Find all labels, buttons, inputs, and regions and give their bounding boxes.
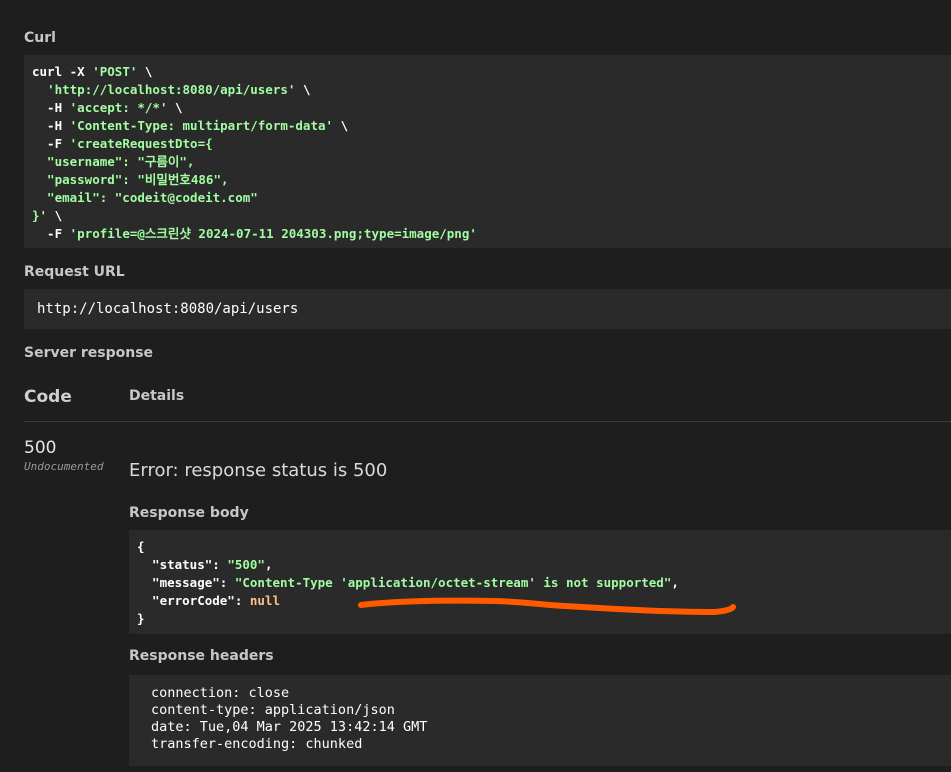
code-token: }' [32,208,48,223]
code-token: , [671,575,679,590]
curl-code-block[interactable]: curl -X 'POST' \ 'http://localhost:8080/… [24,55,951,248]
table-divider [24,421,951,422]
response-header-line: date: Tue,04 Mar 2025 13:42:14 GMT [151,719,428,735]
code-token: "500" [227,557,265,572]
curl-line: curl -X 'POST' \ [32,63,951,81]
response-header-line: transfer-encoding: chunked [151,736,363,752]
code-token: "username": "구름이", [32,154,195,169]
code-token: 'POST' [92,64,138,79]
error-message: Error: response status is 500 [129,460,388,481]
response-headers-title: Response headers [129,648,274,664]
code-token: -F [32,226,70,241]
response-headers-block[interactable]: connection: close content-type: applicati… [129,675,951,766]
code-token: \ [47,208,63,223]
request-url-title: Request URL [24,264,125,280]
code-token: "errorCode" [137,593,235,608]
code-token: , [264,557,273,572]
code-token: 'createRequestDto={ [69,136,213,151]
code-token: 'profile=@스크린샷 2024-07-11 204303.png;typ… [69,226,477,241]
curl-line: 'http://localhost:8080/api/users' \ [32,81,951,99]
curl-title: Curl [24,30,56,46]
code-token: : [212,557,228,572]
curl-line: -F 'createRequestDto={ [32,135,951,153]
response-header-line: connection: close [151,685,290,701]
code-token: -H [32,118,70,133]
response-body-line: { [137,538,951,556]
status-code: 500 [24,438,57,458]
curl-line: "username": "구름이", [32,153,951,171]
curl-line: -F 'profile=@스크린샷 2024-07-11 204303.png;… [32,225,951,243]
code-token: } [137,611,145,626]
code-token: "Content-Type 'application/octet-stream'… [234,575,672,590]
response-body-line: "status": "500", [137,556,951,574]
response-header-line: content-type: application/json [151,702,395,718]
code-token: { [137,539,145,554]
response-body-line: "message": "Content-Type 'application/oc… [137,574,951,592]
code-token: \ [167,100,183,115]
server-response-title: Server response [24,345,154,361]
code-token: curl -X [32,64,93,79]
undocumented-label: Undocumented [24,460,104,473]
code-token: null [249,593,281,608]
code-token: -F [32,136,70,151]
request-url-value[interactable]: http://localhost:8080/api/users [24,289,951,329]
code-token: 'Content-Type: multipart/form-data' [69,118,334,133]
code-token: "password": "비밀번호486", [32,172,229,187]
code-token: "status" [137,557,213,572]
curl-line: -H 'accept: */*' \ [32,99,951,117]
annotation-underline [358,597,736,616]
code-token: "message" [137,575,220,590]
code-token: 'accept: */*' [69,100,168,115]
details-column-header: Details [129,388,185,404]
code-token: 'http://localhost:8080/api/users' [47,82,296,97]
curl-line: "email": "codeit@codeit.com" [32,189,951,207]
code-token: \ [333,118,349,133]
code-token: : [234,593,250,608]
curl-line: }' \ [32,207,951,225]
code-token: "email": "codeit@codeit.com" [32,190,258,205]
code-token: : [219,575,235,590]
code-token: -H [32,100,70,115]
code-token: \ [137,64,153,79]
response-body-title: Response body [129,505,249,521]
curl-line: -H 'Content-Type: multipart/form-data' \ [32,117,951,135]
curl-line: "password": "비밀번호486", [32,171,951,189]
code-token: \ [295,82,311,97]
code-column-header: Code [24,387,72,407]
